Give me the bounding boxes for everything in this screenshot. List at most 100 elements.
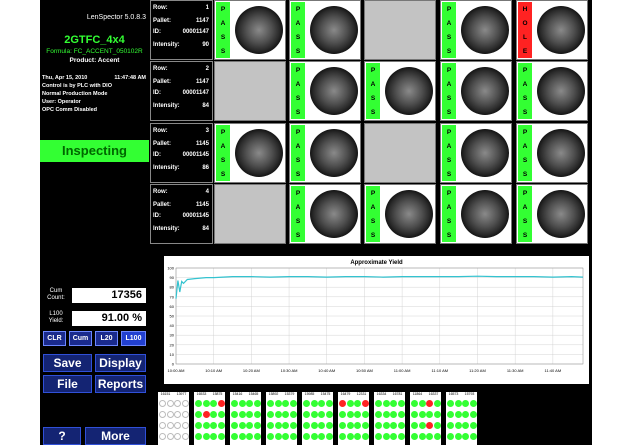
file-button[interactable]: File	[43, 375, 92, 393]
cum-button[interactable]: Cum	[69, 331, 92, 346]
tag-letter: A	[370, 80, 376, 88]
inspection-row: Row: 3 Pallet: 1145 ID: 00001145 Intensity: 86 P…	[150, 123, 592, 183]
row-info-key: ID:	[153, 152, 161, 158]
row-info-key: ID:	[153, 213, 161, 219]
lens-cell[interactable]: PASS	[289, 184, 361, 244]
tray-position	[462, 433, 470, 440]
tag-letter: P	[295, 189, 301, 197]
tag-letter: S	[522, 108, 528, 116]
tray-position	[325, 411, 333, 418]
lens-cell[interactable]: PASS	[364, 184, 436, 244]
tray-position	[253, 400, 261, 407]
lens-cell[interactable]: PASS	[440, 61, 512, 121]
tray-map[interactable]: 15416 15465	[230, 392, 261, 445]
inspection-row: Row: 2 Pallet: 1147 ID: 00001147 Intensity: 84 P…	[150, 61, 592, 121]
tray-position	[195, 400, 202, 407]
row-info-key: Pallet:	[153, 202, 172, 208]
date-label: Thu, Apr 15, 2010	[42, 75, 88, 81]
lens-result-tag: PASS	[291, 186, 305, 242]
x-tick-label: 11:20 AM	[469, 368, 486, 373]
tray-map[interactable]: 16334 16781	[374, 392, 405, 445]
lens-cell[interactable]	[214, 184, 286, 244]
y-tick-label: 90	[170, 275, 175, 280]
lens-cell[interactable]: PASS	[516, 61, 588, 121]
version-label: LenSpector 5.0.8.3	[86, 14, 146, 21]
lens-cell[interactable]: PASS	[440, 0, 512, 60]
tag-letter: A	[220, 19, 226, 27]
lens-image	[310, 129, 358, 177]
tag-letter: P	[295, 128, 301, 136]
lens-result-tag: PASS	[518, 63, 532, 119]
lens-cell[interactable]: PASS	[214, 123, 286, 183]
yield-chart: Approximate Yield 100 90 80 70 60 50 40 30 20 10 0 1…	[150, 248, 592, 390]
lens-cell[interactable]: PASS	[516, 123, 588, 183]
row-info-key: Pallet:	[153, 141, 172, 147]
tray-position	[202, 400, 210, 407]
save-button[interactable]: Save	[43, 354, 92, 372]
tray-position	[433, 400, 441, 407]
lens-cell[interactable]	[364, 0, 436, 60]
yield-chart-svg: Approximate Yield10090807060504030201001…	[167, 260, 584, 373]
tray-map[interactable]: 15985 15475	[302, 392, 333, 445]
yield-chart-area: Approximate Yield 100 90 80 70 60 50 40 30 20 10 0 1…	[164, 256, 589, 384]
lens-cell[interactable]	[214, 61, 286, 121]
lens-cell[interactable]: PASS	[289, 123, 361, 183]
lens-cell[interactable]: PASS	[516, 184, 588, 244]
lens-cell[interactable]: PASS	[440, 123, 512, 183]
tray-position	[159, 422, 166, 429]
lens-cell[interactable]: HOLE	[516, 0, 588, 60]
lens-image	[461, 6, 509, 54]
tag-letter: A	[522, 80, 528, 88]
lens-result-tag: PASS	[518, 186, 532, 242]
clr-button[interactable]: CLR	[43, 331, 66, 346]
tray-position	[361, 422, 369, 429]
lens-cell[interactable]	[364, 123, 436, 183]
tray-strip: 16151 13977 16533 15875 15416 15465 15892 15379…	[150, 391, 592, 445]
tag-letter: S	[295, 170, 301, 178]
l100-button[interactable]: L100	[121, 331, 146, 346]
tray-position	[166, 433, 174, 440]
tag-letter: P	[370, 189, 376, 197]
tag-letter: S	[446, 170, 452, 178]
tag-letter: S	[446, 47, 452, 55]
tray-map[interactable]: 16573 15793	[446, 392, 477, 445]
tray-position	[267, 433, 274, 440]
tray-position	[346, 400, 354, 407]
x-tick-label: 11:40 AM	[545, 368, 562, 373]
tray-map[interactable]: 16533 15875	[194, 392, 225, 445]
row-info-value: 4	[205, 189, 209, 195]
lens-cell[interactable]: PASS	[214, 0, 286, 60]
display-button[interactable]: Display	[95, 354, 146, 372]
tray-position	[174, 422, 182, 429]
tray-id-b: 15875	[212, 392, 223, 396]
lens-result-tag: PASS	[216, 125, 230, 181]
more-button[interactable]: More	[85, 427, 146, 445]
tray-position	[462, 411, 470, 418]
opc-label: OPC Comm Disabled	[42, 107, 98, 113]
inspection-row: Row: 1 Pallet: 1147 ID: 00001147 Intensity: 90 P…	[150, 0, 592, 60]
tray-position	[231, 433, 238, 440]
tray-position	[354, 422, 362, 429]
reports-button[interactable]: Reports	[95, 375, 146, 393]
tray-id-a: 15416	[232, 392, 243, 396]
tray-map[interactable]: 16479 12331	[338, 392, 369, 445]
tray-map[interactable]: 11864 16337	[410, 392, 441, 445]
tray-position	[418, 422, 426, 429]
lens-cell[interactable]: PASS	[440, 184, 512, 244]
l20-button[interactable]: L20	[95, 331, 118, 346]
tray-map[interactable]: 16151 13977	[158, 392, 189, 445]
lens-cell[interactable]: PASS	[289, 61, 361, 121]
help-button[interactable]: ?	[43, 427, 81, 445]
tray-id-a: 16479	[340, 392, 351, 396]
tray-id-a: 16151	[160, 392, 171, 396]
tray-position	[447, 411, 454, 418]
tag-letter: A	[446, 80, 452, 88]
tray-map[interactable]: 15892 15379	[266, 392, 297, 445]
lens-cell[interactable]: PASS	[364, 61, 436, 121]
tray-position	[289, 400, 297, 407]
tray-position	[339, 433, 346, 440]
lens-cell[interactable]: PASS	[289, 0, 361, 60]
row-info: Row: 4 Pallet: 1145 ID: 00001145 Intensity: 84	[150, 184, 213, 244]
tray-position	[433, 433, 441, 440]
tray-position	[354, 400, 362, 407]
